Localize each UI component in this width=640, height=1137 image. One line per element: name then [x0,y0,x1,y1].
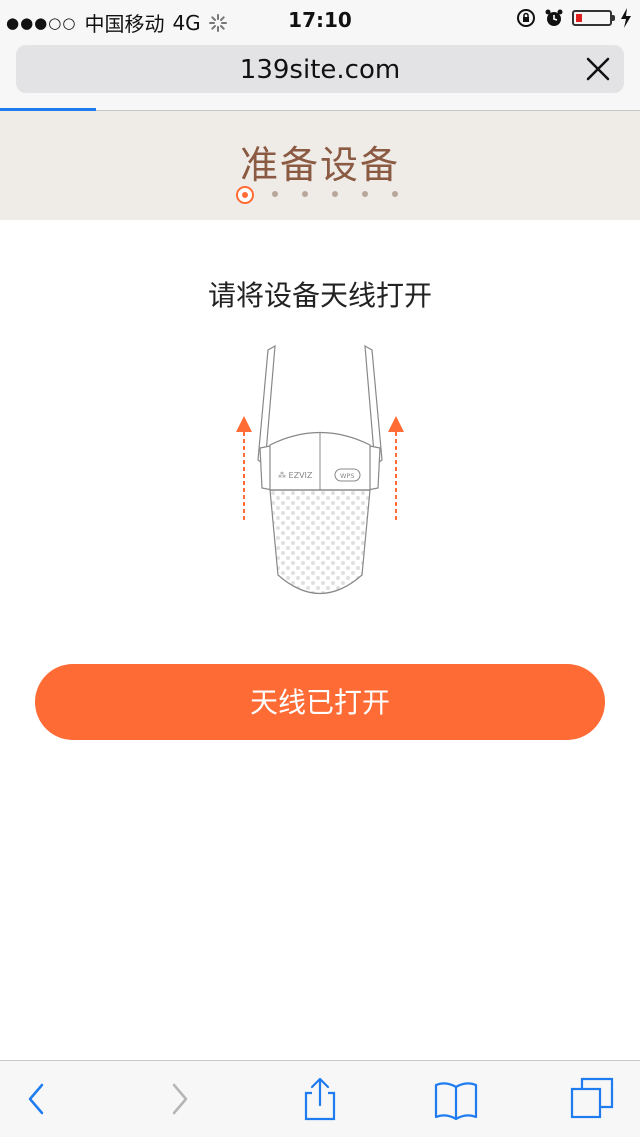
tabs-icon[interactable] [570,1077,614,1121]
antenna-opened-button[interactable]: 天线已打开 [35,664,605,740]
bookmarks-icon[interactable] [434,1077,478,1121]
step-indicator [0,186,640,204]
step-dot-1 [236,186,254,204]
step-title: 准备设备 [239,143,400,187]
stop-loading-icon[interactable] [582,53,614,85]
wps-label: WPS [340,472,354,480]
router-illustration: ⁂ EZVIZ WPS [236,344,404,594]
charging-bolt-icon [621,8,631,28]
url-text[interactable]: 139site.com [16,55,624,85]
step-dot-5 [362,191,368,197]
forward-chevron-icon[interactable] [158,1077,202,1121]
battery-icon [572,10,615,26]
router-grille [269,489,371,594]
share-icon[interactable] [298,1077,342,1121]
instruction-text: 请将设备天线打开 [207,279,432,312]
back-chevron-icon[interactable] [14,1077,58,1121]
step-dot-4 [332,191,338,197]
step-dot-2 [272,191,278,197]
step-dot-3 [302,191,308,197]
status-right [516,8,632,28]
router-brand-logo: ⁂ EZVIZ [278,470,313,480]
rotation-lock-icon [517,9,535,27]
browser-toolbar [0,1060,640,1137]
battery-level [576,14,582,22]
alarm-icon [545,9,563,26]
step-dot-6 [392,191,398,197]
right-raise-arrow-icon [388,416,404,520]
address-bar[interactable]: 139site.com [16,45,624,93]
left-raise-arrow-icon [236,416,252,520]
browser-address-area: 139site.com [0,40,640,112]
status-bar: ●●●○○ 中国移动 4G 17:10 [0,0,640,40]
